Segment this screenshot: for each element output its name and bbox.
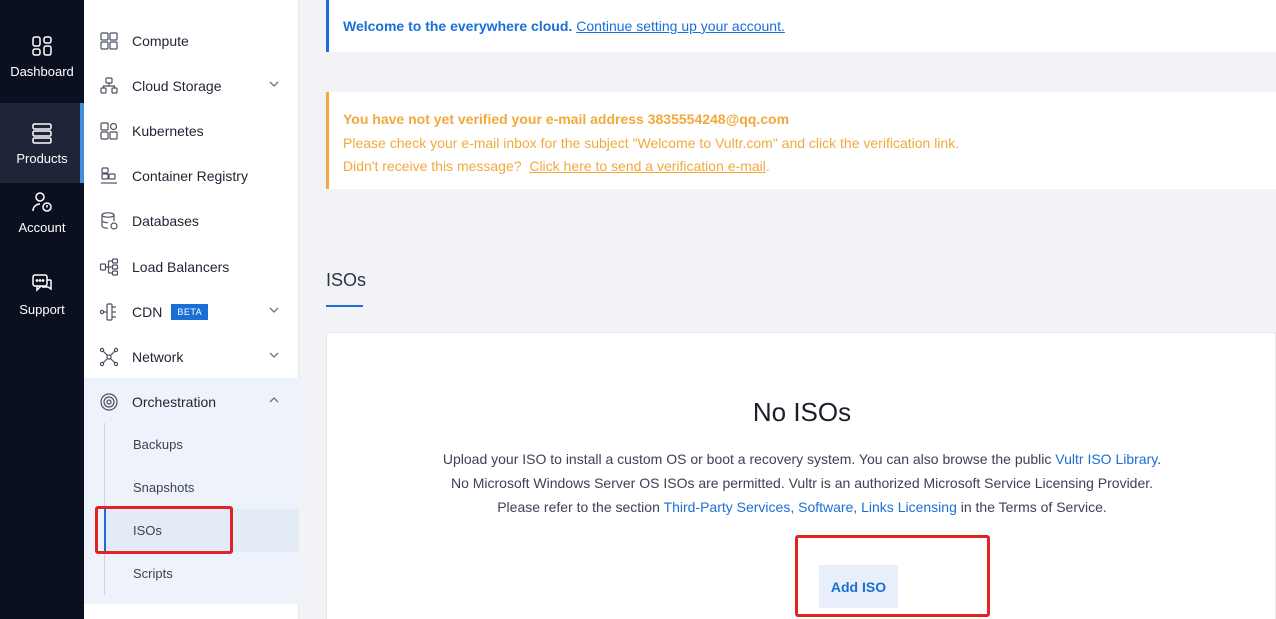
server-icon <box>32 122 52 144</box>
sidebar-item-label: CDN <box>132 303 163 320</box>
main-content: Welcome to the everywhere cloud. Continu… <box>300 0 1276 619</box>
sidebar-item-load-balancers[interactable]: Load Balancers <box>84 244 299 289</box>
welcome-banner: Welcome to the everywhere cloud. Continu… <box>326 0 1276 52</box>
sidebar-item-network[interactable]: Network <box>84 334 299 379</box>
highlight-box-add-iso <box>795 535 990 617</box>
compute-icon <box>99 31 119 51</box>
database-icon <box>99 211 119 231</box>
licensing-link[interactable]: Third-Party Services, Software, Links Li… <box>664 499 957 515</box>
sidebar-item-cloud-storage[interactable]: Cloud Storage <box>84 63 299 108</box>
verify-resend-prefix: Didn't receive this message? <box>343 158 522 174</box>
continue-setup-link[interactable]: Continue setting up your account. <box>576 18 785 34</box>
empty-desc-line3: Please refer to the section Third-Party … <box>327 495 1276 519</box>
rail-support-label: Support <box>19 302 65 317</box>
chevron-down-icon <box>269 81 279 87</box>
rail-products[interactable]: Products <box>0 103 84 183</box>
dashboard-icon <box>32 36 52 56</box>
chevron-up-icon <box>269 397 279 403</box>
sidebar-item-label: Load Balancers <box>132 258 230 275</box>
email-verification-banner: You have not yet verified your e-mail ad… <box>326 92 1276 189</box>
chevron-down-icon <box>269 352 279 358</box>
verify-resend-suffix: . <box>765 158 770 174</box>
desc-text: in the Terms of Service. <box>956 499 1107 515</box>
subitem-label: Backups <box>133 437 183 452</box>
resend-verification-link[interactable]: Click here to send a verification e-mail <box>529 158 766 174</box>
rail-dashboard-label: Dashboard <box>10 64 74 79</box>
sidebar-item-label: Cloud Storage <box>132 77 222 94</box>
orchestration-icon <box>99 392 119 412</box>
sidebar-item-cdn[interactable]: CDN BETA <box>84 289 299 334</box>
sidebar-item-compute[interactable]: Compute <box>84 18 299 63</box>
support-chat-icon <box>32 274 52 292</box>
sidebar-item-databases[interactable]: Databases <box>84 198 299 243</box>
empty-state-title: No ISOs <box>752 397 852 427</box>
subitem-label: Snapshots <box>133 480 195 495</box>
load-balancer-icon <box>99 257 119 277</box>
kubernetes-icon <box>99 121 119 141</box>
registry-icon <box>99 166 119 186</box>
empty-desc-line2: No Microsoft Windows Server OS ISOs are … <box>450 475 1154 491</box>
empty-desc-line1: Upload your ISO to install a custom OS o… <box>327 447 1276 471</box>
highlight-box-isos <box>95 506 233 554</box>
sidebar-subitem-backups[interactable]: Backups <box>104 423 299 466</box>
rail-account[interactable]: Account <box>0 190 84 256</box>
sidebar-item-orchestration[interactable]: Orchestration <box>84 379 299 424</box>
sidebar-item-container-registry[interactable]: Container Registry <box>84 153 299 198</box>
verify-instructions: Please check your e-mail inbox for the s… <box>343 134 960 151</box>
rail-dashboard[interactable]: Dashboard <box>0 34 84 100</box>
iso-library-link[interactable]: Vultr ISO Library <box>1055 451 1157 467</box>
page-title: ISOs <box>326 270 367 290</box>
sidebar-item-kubernetes[interactable]: Kubernetes <box>84 108 299 153</box>
sidebar-item-label: Container Registry <box>132 167 248 184</box>
account-icon <box>32 192 52 212</box>
rail-account-label: Account <box>18 220 66 235</box>
desc-text: . <box>1157 451 1162 467</box>
rail-support[interactable]: Support <box>0 272 84 338</box>
beta-badge: BETA <box>171 303 209 320</box>
empty-state-description: Upload your ISO to install a custom OS o… <box>327 447 1276 519</box>
verify-resend-line: Didn't receive this message? Click here … <box>343 155 1262 179</box>
storage-icon <box>99 76 119 96</box>
sidebar-subitem-scripts[interactable]: Scripts <box>104 552 299 595</box>
sidebar-subitem-snapshots[interactable]: Snapshots <box>104 466 299 509</box>
primary-rail: Dashboard Products Account Support <box>0 0 84 619</box>
sidebar-item-label: Orchestration <box>132 393 217 410</box>
sidebar-item-label: Kubernetes <box>132 122 204 139</box>
subitem-label: Scripts <box>133 566 173 581</box>
cdn-icon <box>99 302 119 322</box>
sidebar-item-label: Network <box>132 348 184 365</box>
title-underline <box>326 305 363 307</box>
verify-heading: You have not yet verified your e-mail ad… <box>343 111 790 127</box>
welcome-text: Welcome to the everywhere cloud. <box>343 18 573 34</box>
sidebar-item-label: Databases <box>132 212 199 229</box>
sidebar-item-label: Compute <box>132 32 189 49</box>
rail-products-label: Products <box>16 150 68 166</box>
desc-text: Upload your ISO to install a custom OS o… <box>442 451 1056 467</box>
network-icon <box>99 347 119 367</box>
chevron-down-icon <box>269 307 279 313</box>
desc-text: Please refer to the section <box>497 499 664 515</box>
